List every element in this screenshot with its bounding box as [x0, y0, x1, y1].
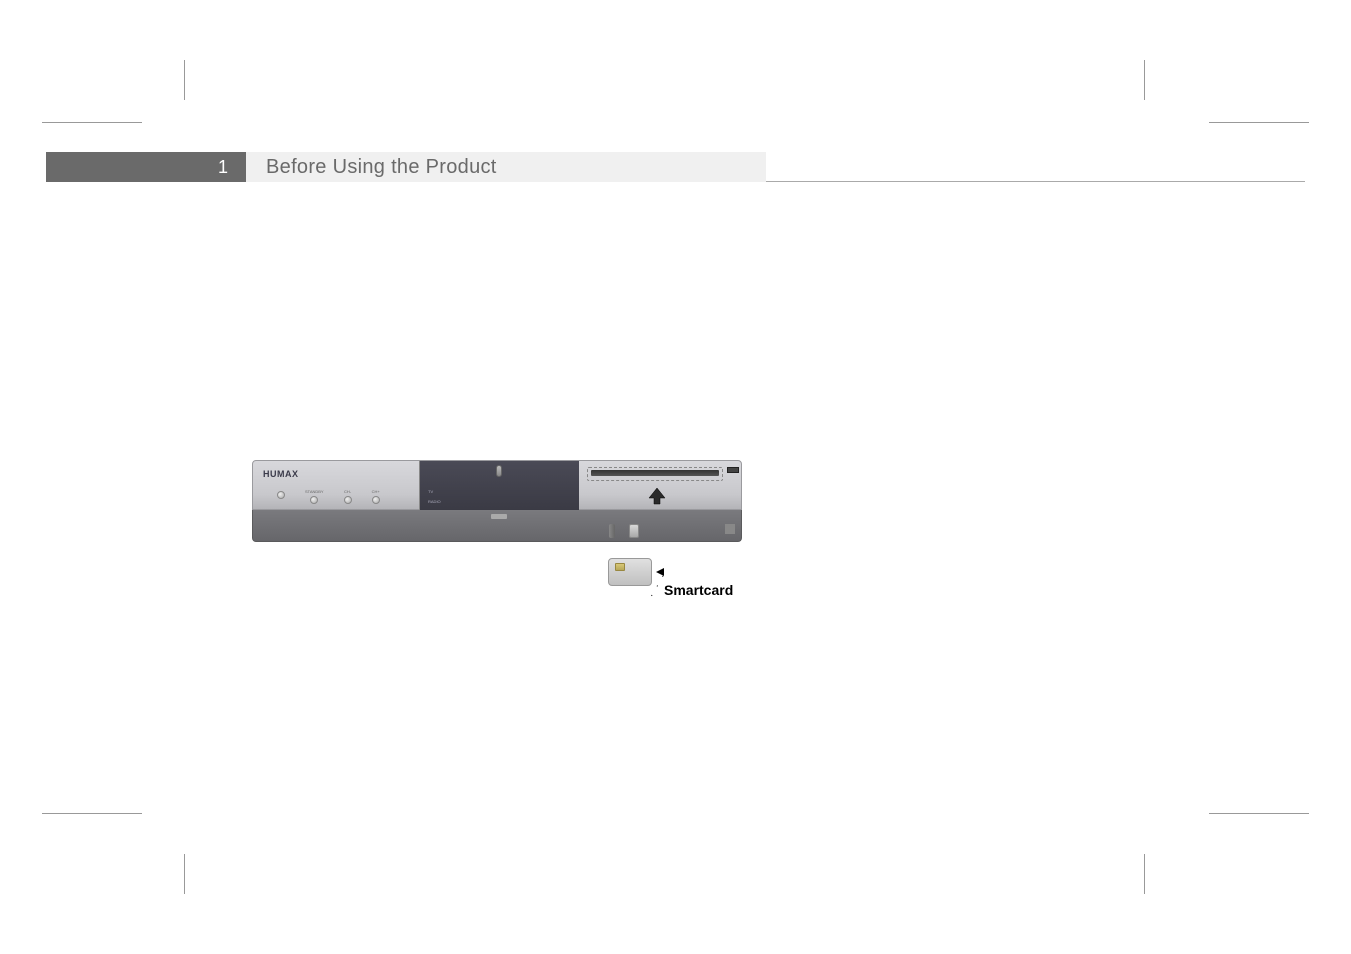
smartcard-callout-label: Smartcard: [664, 582, 733, 598]
chip-icon: [615, 563, 625, 571]
led-dot-icon: [310, 496, 318, 504]
crop-mark: [1209, 122, 1309, 123]
card-slot-opening: [591, 470, 719, 476]
display-panel: TV RADIO: [419, 461, 579, 511]
crop-mark: [1209, 813, 1309, 814]
led-dot-icon: [277, 491, 285, 499]
crop-mark: [42, 813, 142, 814]
led-label: STANDBY: [305, 489, 324, 494]
led-label: CH+: [372, 489, 380, 494]
led-row: STANDBY CH- CH+: [277, 489, 380, 504]
bottom-slot-icon: [491, 514, 507, 519]
led-label: CH-: [344, 489, 351, 494]
led-dot-icon: [372, 496, 380, 504]
device-illustration: HUMAX STANDBY CH- CH+: [252, 450, 742, 610]
brand-logo: HUMAX: [263, 469, 299, 479]
receiver-top-panel: HUMAX STANDBY CH- CH+: [252, 460, 742, 510]
smartcard-flap: [579, 461, 743, 511]
receiver-bottom-panel: [252, 510, 742, 542]
crop-mark: [42, 122, 142, 123]
crop-mark: [1144, 60, 1145, 100]
smartcard-icon: [608, 558, 652, 586]
arrow-up-icon: [647, 486, 667, 506]
standby-button-icon: [496, 465, 502, 477]
led-indicator: STANDBY: [305, 489, 324, 504]
chapter-header: 1 Before Using the Product: [46, 152, 1305, 182]
bottom-detail-icon: [609, 524, 615, 538]
bottom-detail-icon: [629, 524, 639, 538]
radio-label: RADIO: [428, 499, 441, 504]
led-indicator: CH-: [344, 489, 352, 504]
led-dot-icon: [344, 496, 352, 504]
chapter-header-bar: 1 Before Using the Product: [46, 152, 766, 182]
led-indicator: CH+: [372, 489, 380, 504]
crop-mark: [184, 60, 185, 100]
chapter-title: Before Using the Product: [246, 152, 766, 182]
chapter-number: 1: [46, 152, 246, 182]
crop-mark: [1144, 854, 1145, 894]
bottom-detail-icon: [725, 524, 735, 534]
receiver-body: HUMAX STANDBY CH- CH+: [252, 460, 742, 542]
usb-port-icon: [727, 467, 739, 473]
tv-label: TV: [428, 489, 433, 494]
crop-mark: [184, 854, 185, 894]
led-indicator: [277, 489, 285, 504]
